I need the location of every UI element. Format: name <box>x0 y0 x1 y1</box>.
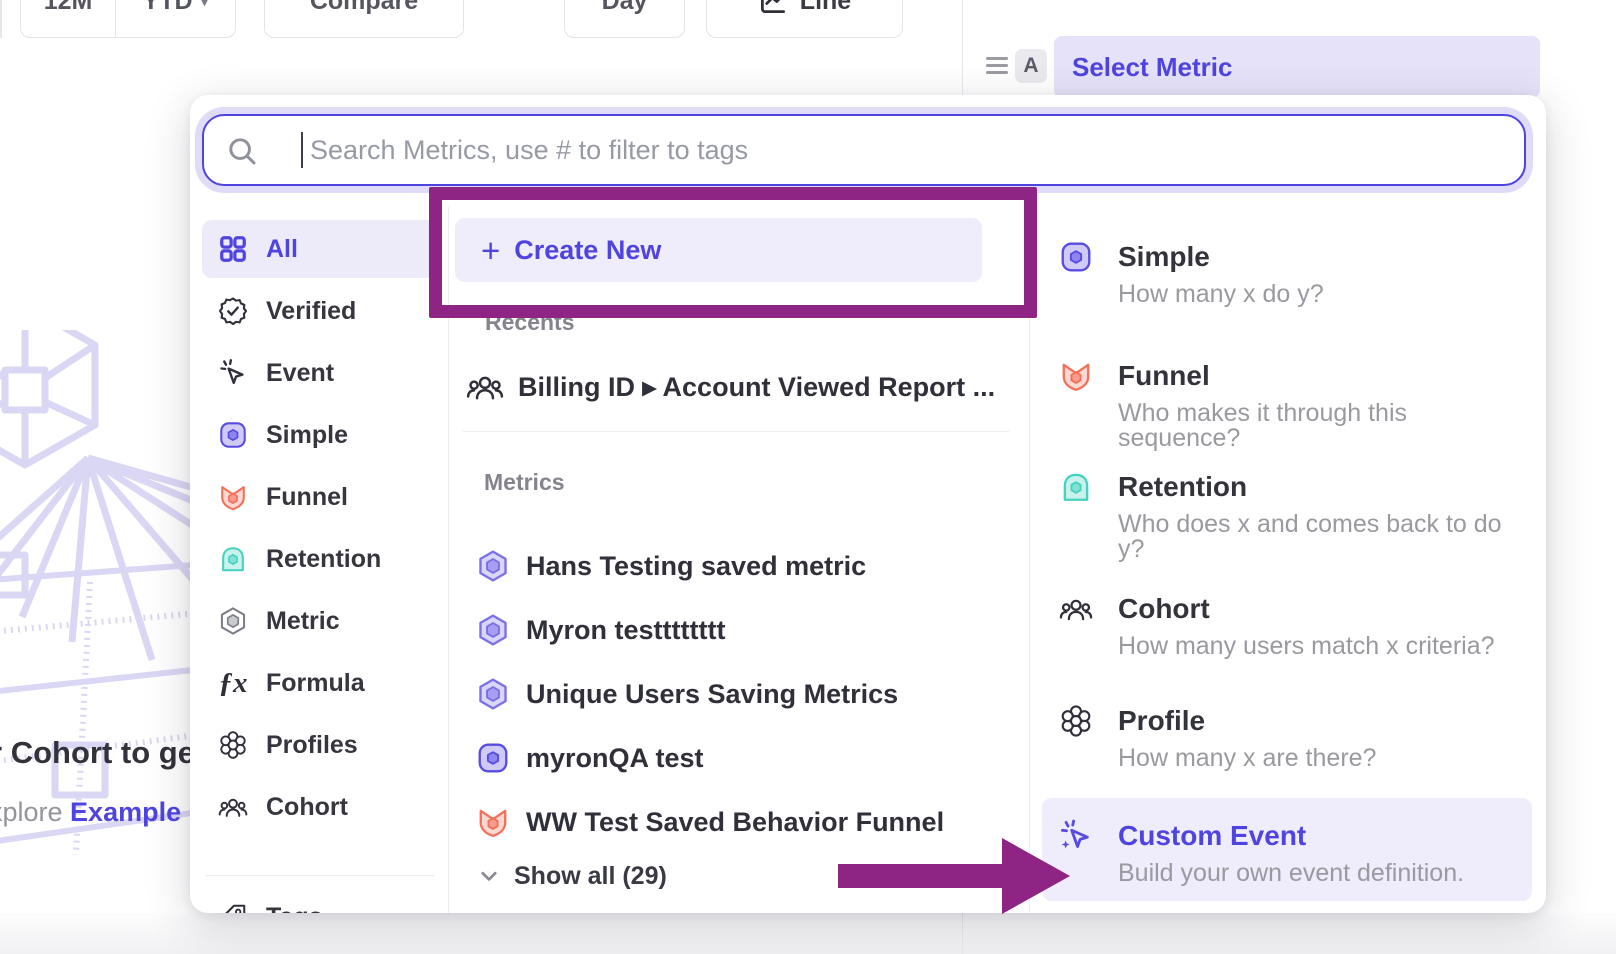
chart-type-line-button[interactable]: Line <box>706 0 903 38</box>
list-item[interactable]: Myron testttttttt <box>476 602 725 658</box>
list-divider <box>463 431 1009 432</box>
range-12m-button[interactable]: 12M <box>21 0 115 37</box>
chevron-down-icon <box>478 865 500 887</box>
profiles-icon <box>1059 704 1093 738</box>
sidebar-item-verified[interactable]: Verified <box>202 282 438 340</box>
sidebar-item-tags[interactable]: Tags <box>202 888 438 913</box>
list-item[interactable]: myronQA test <box>476 730 704 786</box>
formula-icon: ƒx <box>218 668 248 698</box>
list-item[interactable]: Hans Testing saved metric <box>476 538 866 594</box>
background-link-line: xplore Example R <box>0 797 208 828</box>
date-range-segmented-control: 12M YTD▾ <box>20 0 236 38</box>
page-bottom-edge <box>0 913 1616 954</box>
retention-icon <box>218 544 248 574</box>
saved-metric-icon <box>476 613 510 647</box>
type-option-retention[interactable]: Retention Who does x and comes back to d… <box>1059 470 1529 562</box>
select-metric-field[interactable]: Select Metric <box>1054 36 1540 98</box>
funnel-icon <box>218 482 248 512</box>
heading-fragment: r <box>0 735 2 770</box>
type-option-simple[interactable]: Simple How many x do y? <box>1059 240 1529 307</box>
line-chart-icon <box>758 0 788 16</box>
sidebar-item-profiles[interactable]: Profiles <box>202 716 438 774</box>
annotation-rectangle <box>429 187 1037 318</box>
search-icon <box>226 135 258 167</box>
series-a-badge: A <box>1015 49 1047 83</box>
sidebar-item-event[interactable]: Event <box>202 344 438 402</box>
chevron-down-icon: ▾ <box>201 0 209 11</box>
profiles-icon <box>218 730 248 760</box>
metrics-section-label: Metrics <box>484 469 565 496</box>
search-input[interactable] <box>310 116 1500 184</box>
range-ytd-button[interactable]: YTD▾ <box>115 0 235 37</box>
funnel-icon <box>1059 359 1093 393</box>
tag-icon <box>218 902 248 913</box>
background-heading: r Cohort to ge <box>0 735 195 771</box>
sidebar-section-divider <box>206 875 434 876</box>
simple-icon <box>476 741 510 775</box>
verified-icon <box>218 296 248 326</box>
simple-icon <box>1059 240 1093 274</box>
saved-metric-icon <box>476 677 510 711</box>
granularity-day-button[interactable]: Day <box>564 0 685 38</box>
funnel-icon <box>476 805 510 839</box>
type-option-cohort[interactable]: Cohort How many users match x criteria? <box>1059 592 1529 659</box>
app-screenshot: r Cohort to ge xplore Example R 12M YTD▾… <box>0 0 1616 954</box>
saved-metric-icon <box>476 549 510 583</box>
sidebar-item-metric[interactable]: Metric <box>202 592 438 650</box>
cohort-icon <box>466 368 504 406</box>
retention-icon <box>1059 470 1093 504</box>
panel-edge-line <box>0 0 2 38</box>
cohort-icon <box>218 792 248 822</box>
sidebar-item-all[interactable]: All <box>202 220 438 278</box>
sidebar-item-retention[interactable]: Retention <box>202 530 438 588</box>
type-option-funnel[interactable]: Funnel Who makes it through this sequenc… <box>1059 359 1529 451</box>
cohort-icon <box>1059 592 1093 626</box>
compare-button[interactable]: Compare <box>264 0 464 38</box>
recent-item[interactable]: Billing ID ▸ Account Viewed Report ... <box>466 359 995 415</box>
sidebar-item-cohort[interactable]: Cohort <box>202 778 438 836</box>
type-option-profile[interactable]: Profile How many x are there? <box>1059 704 1529 771</box>
simple-icon <box>218 420 248 450</box>
annotation-arrow <box>838 836 1070 916</box>
example-link[interactable]: Example <box>70 797 181 827</box>
sidebar-item-formula[interactable]: ƒx Formula <box>202 654 438 712</box>
type-option-custom-event[interactable]: Custom Event Build your own event defini… <box>1059 819 1529 886</box>
event-icon <box>218 358 248 388</box>
drag-handle[interactable] <box>986 57 1008 74</box>
sidebar-item-funnel[interactable]: Funnel <box>202 468 438 526</box>
grid-icon <box>218 234 248 264</box>
metric-search-bar[interactable] <box>202 114 1526 186</box>
text-caret <box>301 132 303 168</box>
metric-icon <box>218 606 248 636</box>
show-all-toggle[interactable]: Show all (29) <box>478 859 667 893</box>
sidebar-item-simple[interactable]: Simple <box>202 406 438 464</box>
list-item[interactable]: Unique Users Saving Metrics <box>476 666 898 722</box>
